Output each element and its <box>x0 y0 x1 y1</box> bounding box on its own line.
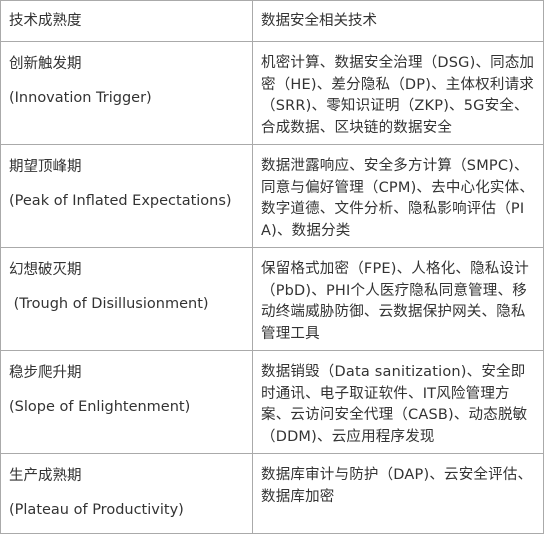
table-row: 期望顶峰期 (Peak of Inflated Expectations) 数据… <box>0 144 544 248</box>
table-row: 创新触发期 (Innovation Trigger) 机密计算、数据安全治理（D… <box>0 41 544 145</box>
tech-cell: 数据库审计与防护（DAP)、云安全评估、数据库加密 <box>252 453 544 534</box>
header-cell-maturity: 技术成熟度 <box>0 0 253 42</box>
stage-name-cn: 生产成熟期 <box>9 468 82 484</box>
table-header-row: 技术成熟度 数据安全相关技术 <box>0 0 544 42</box>
stage-name-cn: 期望顶峰期 <box>9 159 82 175</box>
stage-name-en: (Slope of Enlightenment) <box>9 399 191 415</box>
tech-cell: 保留格式加密（FPE)、人格化、隐私设计（PbD)、PHI个人医疗隐私同意管理、… <box>252 247 544 351</box>
stage-name-cn: 稳步爬升期 <box>9 365 82 381</box>
tech-list: 保留格式加密（FPE)、人格化、隐私设计（PbD)、PHI个人医疗隐私同意管理、… <box>261 261 529 342</box>
stage-name-en: (Plateau of Productivity) <box>9 502 184 518</box>
tech-cell: 数据销毁（Data sanitization)、安全即时通讯、电子取证软件、IT… <box>252 350 544 454</box>
stage-name-cn: 幻想破灭期 <box>9 262 82 278</box>
header-cell-tech: 数据安全相关技术 <box>252 0 544 42</box>
maturity-tech-table: 技术成熟度 数据安全相关技术 创新触发期 (Innovation Trigger… <box>0 0 544 534</box>
header-maturity-label: 技术成熟度 <box>9 13 82 29</box>
stage-name-en: (Trough of Disillusionment) <box>9 296 209 312</box>
stage-cell: 幻想破灭期 (Trough of Disillusionment) <box>0 247 253 351</box>
stage-name-cn: 创新触发期 <box>9 56 82 72</box>
stage-cell: 创新触发期 (Innovation Trigger) <box>0 41 253 145</box>
stage-name-en: (Innovation Trigger) <box>9 90 152 106</box>
stage-name-en: (Peak of Inflated Expectations) <box>9 193 232 209</box>
header-tech-label: 数据安全相关技术 <box>261 13 377 29</box>
table-row: 稳步爬升期 (Slope of Enlightenment) 数据销毁（Data… <box>0 350 544 454</box>
tech-cell: 机密计算、数据安全治理（DSG)、同态加密（HE)、差分隐私（DP)、主体权利请… <box>252 41 544 145</box>
tech-list: 数据泄露响应、安全多方计算（SMPC)、同意与偏好管理（CPM)、去中心化实体、… <box>261 158 535 239</box>
stage-cell: 生产成熟期 (Plateau of Productivity) <box>0 453 253 534</box>
table-row: 幻想破灭期 (Trough of Disillusionment) 保留格式加密… <box>0 247 544 351</box>
tech-list: 数据库审计与防护（DAP)、云安全评估、数据库加密 <box>261 467 533 505</box>
tech-list: 机密计算、数据安全治理（DSG)、同态加密（HE)、差分隐私（DP)、主体权利请… <box>261 55 535 136</box>
stage-cell: 稳步爬升期 (Slope of Enlightenment) <box>0 350 253 454</box>
tech-list: 数据销毁（Data sanitization)、安全即时通讯、电子取证软件、IT… <box>261 364 528 445</box>
table-row: 生产成熟期 (Plateau of Productivity) 数据库审计与防护… <box>0 453 544 534</box>
tech-cell: 数据泄露响应、安全多方计算（SMPC)、同意与偏好管理（CPM)、去中心化实体、… <box>252 144 544 248</box>
stage-cell: 期望顶峰期 (Peak of Inflated Expectations) <box>0 144 253 248</box>
